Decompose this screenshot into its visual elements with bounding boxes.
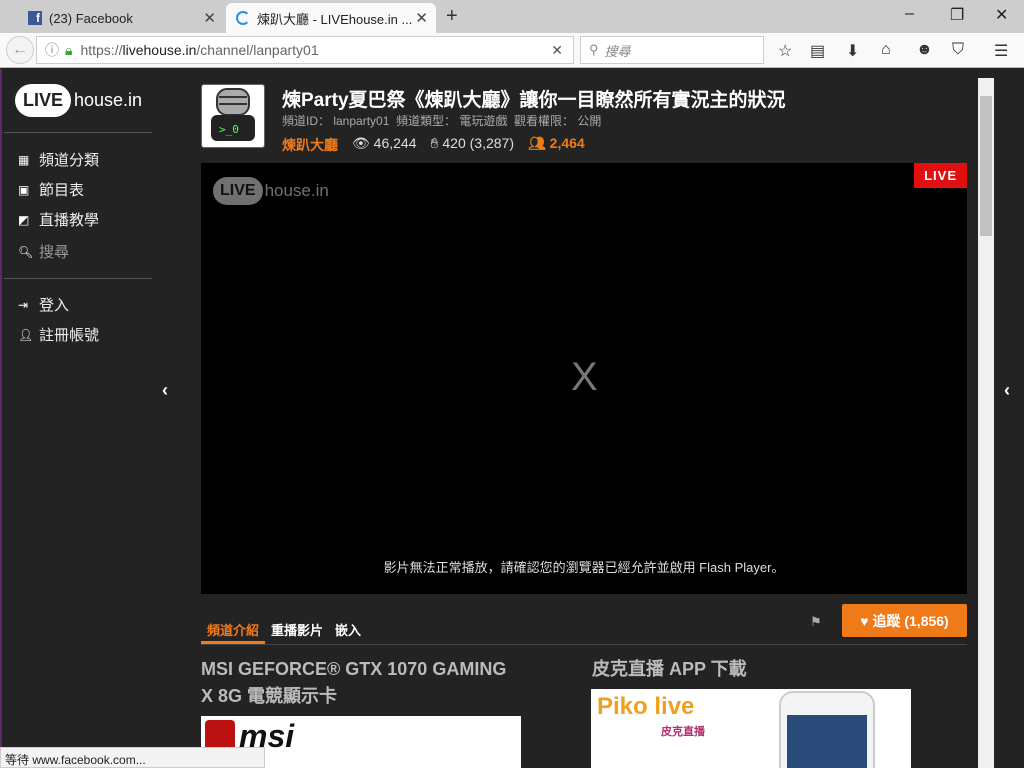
sidebar-item-label: 登入 xyxy=(39,297,70,314)
sidebar-item-register[interactable]: 👤︎ 註冊帳號 xyxy=(18,324,99,345)
home-icon[interactable]: ⌂ xyxy=(881,41,891,59)
emoji-icon[interactable]: ☻ xyxy=(916,41,933,59)
piko-logo-text: Piko live xyxy=(597,693,695,720)
piko-app-image[interactable]: Piko live 皮克直播 xyxy=(591,689,911,768)
title-line: X 8G 電競顯示卡 xyxy=(201,686,338,706)
followers-count: 2,464 xyxy=(549,135,585,151)
likes: ✋︎ 420 (3,287) xyxy=(431,135,514,155)
url-prefix: https:// xyxy=(80,42,123,58)
followers: 👥︎ 2,464 xyxy=(528,135,585,155)
url-bar[interactable]: ⓘ 🔒︎ https://livehouse.in/channel/lanpar… xyxy=(36,36,574,64)
users-icon: 👥︎ xyxy=(527,135,550,151)
views-count: 46,244 xyxy=(373,135,417,151)
sidebar-item-search[interactable]: 🔍︎ 搜尋 xyxy=(18,241,69,262)
grid-icon: ▦ xyxy=(18,152,30,167)
new-tab-button[interactable]: + xyxy=(446,5,458,28)
heart-icon: ♥ xyxy=(860,612,873,629)
tab-bar: f (23) Facebook ✕ 煉趴大廳 - LIVEhouse.in ... ✕… xyxy=(0,0,1024,33)
sidebar-item-label: 直播教學 xyxy=(39,212,100,229)
tab-channel-intro[interactable]: 頻道介紹 xyxy=(201,612,266,644)
sidebar-item-label: 搜尋 xyxy=(39,244,70,261)
close-window-button[interactable]: ✕ xyxy=(995,5,1008,25)
bookmark-star-icon[interactable]: ☆ xyxy=(778,41,792,61)
eye-icon: 👁︎ xyxy=(352,135,374,151)
restore-button[interactable]: ❐ xyxy=(950,5,964,25)
sidebar-item-label: 節目表 xyxy=(39,182,85,199)
report-flag-icon[interactable]: ⚑ xyxy=(810,614,822,630)
status-bar: 等待 www.facebook.com... xyxy=(0,747,265,768)
sidebar-item-label: 註冊帳號 xyxy=(39,327,100,344)
scrollbar-thumb[interactable] xyxy=(980,96,992,236)
piko-sub-text: 皮克直播 xyxy=(661,726,705,738)
tab-facebook[interactable]: f (23) Facebook ✕ xyxy=(18,3,224,33)
login-icon: ⇥ xyxy=(18,297,29,312)
title-line: MSI GEFORCE® GTX 1070 GAMING xyxy=(201,659,507,679)
tab-label: (23) Facebook xyxy=(49,10,133,26)
channel-avatar[interactable]: >_0 xyxy=(201,84,265,148)
back-button[interactable]: ← xyxy=(6,36,34,64)
logo-live: LIVE xyxy=(213,177,263,205)
logo-house: house.in xyxy=(264,181,329,200)
stop-icon[interactable]: ✕ xyxy=(551,42,563,59)
channel-stats: 煉趴大廳 👁︎ 46,244 ✋︎ 420 (3,287) 👥︎ 2,464 xyxy=(282,135,585,155)
likes-count: 420 (3,287) xyxy=(442,135,514,151)
live-badge: LIVE xyxy=(914,163,967,188)
reading-list-icon[interactable]: ▤ xyxy=(810,41,825,61)
sidebar-item-login[interactable]: ⇥ 登入 xyxy=(18,294,69,315)
nav-bar: ← ⓘ 🔒︎ https://livehouse.in/channel/lanp… xyxy=(0,33,1024,68)
collapse-sidebar-chevron-left-icon[interactable]: ‹ xyxy=(162,380,168,401)
search-icon: 🔍︎ xyxy=(18,244,34,259)
channel-title: 煉Party夏巴祭《煉趴大廳》讓你一目瞭然所有實況主的狀況 xyxy=(282,90,786,111)
facebook-icon: f xyxy=(28,11,42,25)
plugin-error-x: X xyxy=(571,355,598,399)
views: 👁︎ 46,244 xyxy=(352,135,417,155)
tab-embed[interactable]: 嵌入 xyxy=(329,612,367,644)
url-host: livehouse.in xyxy=(122,42,197,58)
search-input[interactable]: ⚲ 搜尋 xyxy=(580,36,764,64)
tab-livehouse[interactable]: 煉趴大廳 - LIVEhouse.in ... ✕ xyxy=(226,3,436,33)
loading-spinner-icon xyxy=(236,11,250,25)
phone-mockup-icon xyxy=(779,691,875,768)
sidebar-item-categories[interactable]: ▦ 頻道分類 xyxy=(18,149,99,170)
close-tab-icon[interactable]: ✕ xyxy=(415,9,428,27)
tutorial-icon: ◩ xyxy=(18,212,30,227)
minimize-button[interactable]: – xyxy=(905,5,914,23)
page-scrollbar[interactable] xyxy=(978,78,994,768)
sidebar-item-schedule[interactable]: ▣ 節目表 xyxy=(18,179,84,200)
tab-replays[interactable]: 重播影片 xyxy=(265,612,329,644)
channel-owner-link[interactable]: 煉趴大廳 xyxy=(282,135,338,155)
url-path: /channel/lanparty01 xyxy=(196,42,319,58)
logo-house: house.in xyxy=(74,90,143,110)
calendar-icon: ▣ xyxy=(18,182,30,197)
close-tab-icon[interactable]: ✕ xyxy=(203,9,216,27)
sidebar: LIVE house.in ▦ 頻道分類 ▣ 節目表 ◩ 直播教學 🔍︎ 搜尋 ⇥ 登入 👤… xyxy=(0,69,165,748)
microphone-robot-icon: >_0 xyxy=(211,88,255,141)
sidebar-item-label: 頻道分類 xyxy=(39,152,100,169)
lock-icon: 🔒︎ xyxy=(65,41,73,58)
player-logo: LIVE house.in xyxy=(213,177,329,205)
tab-label: 煉趴大廳 - LIVEhouse.in ... xyxy=(257,11,413,27)
site-logo[interactable]: LIVE house.in xyxy=(15,84,142,117)
expand-panel-chevron-left-icon[interactable]: ‹ xyxy=(1004,380,1010,401)
sidebar-item-tutorial[interactable]: ◩ 直播教學 xyxy=(18,209,99,230)
info-icon[interactable]: ⓘ xyxy=(45,40,59,60)
search-placeholder: 搜尋 xyxy=(604,43,631,59)
download-icon[interactable]: ⬇ xyxy=(846,41,859,61)
menu-icon[interactable]: ☰ xyxy=(994,41,1008,61)
follow-button[interactable]: ♥ 追蹤 (1,856) xyxy=(842,604,967,637)
divider xyxy=(4,132,152,133)
pocket-icon[interactable]: ⛉ xyxy=(952,41,964,59)
channel-meta: 頻道ID： lanparty01 頻道類型： 電玩遊戲 觀看權限： 公開 xyxy=(282,114,602,128)
logo-live: LIVE xyxy=(15,84,72,117)
clap-icon: ✋︎ xyxy=(430,135,443,151)
flash-message: 影片無法正常播放，請確認您的瀏覽器已經允許並啟用 Flash Player。 xyxy=(383,560,785,575)
follow-label: 追蹤 (1,856) xyxy=(872,612,949,629)
section-title-msi: MSI GEFORCE® GTX 1070 GAMING X 8G 電競顯示卡 xyxy=(201,656,506,710)
section-title-piko: 皮克直播 APP 下載 xyxy=(592,659,747,679)
svg-text:>_0: >_0 xyxy=(219,123,239,136)
video-player[interactable]: LIVE LIVE house.in X 影片無法正常播放，請確認您的瀏覽器已經允… xyxy=(201,163,967,594)
user-icon: 👤︎ xyxy=(18,327,34,342)
divider xyxy=(4,278,152,279)
search-icon: ⚲ xyxy=(589,42,599,57)
